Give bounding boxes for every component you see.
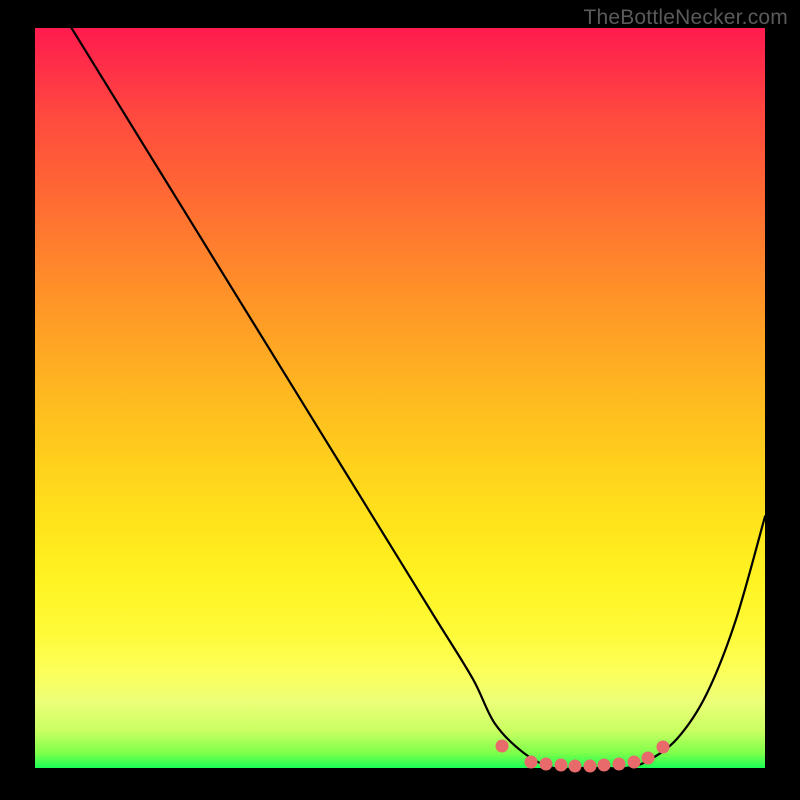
optimal-marker [525, 756, 538, 769]
optimal-marker [554, 759, 567, 772]
optimal-marker [496, 739, 509, 752]
plot-area [35, 28, 765, 768]
optimal-marker [569, 759, 582, 772]
optimal-marker [656, 741, 669, 754]
chart-container: TheBottleNecker.com [0, 0, 800, 800]
optimal-marker [598, 759, 611, 772]
optimal-marker [642, 752, 655, 765]
watermark-text: TheBottleNecker.com [583, 6, 788, 30]
optimal-range-markers [35, 28, 765, 768]
optimal-marker [583, 759, 596, 772]
optimal-marker [540, 758, 553, 771]
optimal-marker [627, 756, 640, 769]
optimal-marker [613, 758, 626, 771]
